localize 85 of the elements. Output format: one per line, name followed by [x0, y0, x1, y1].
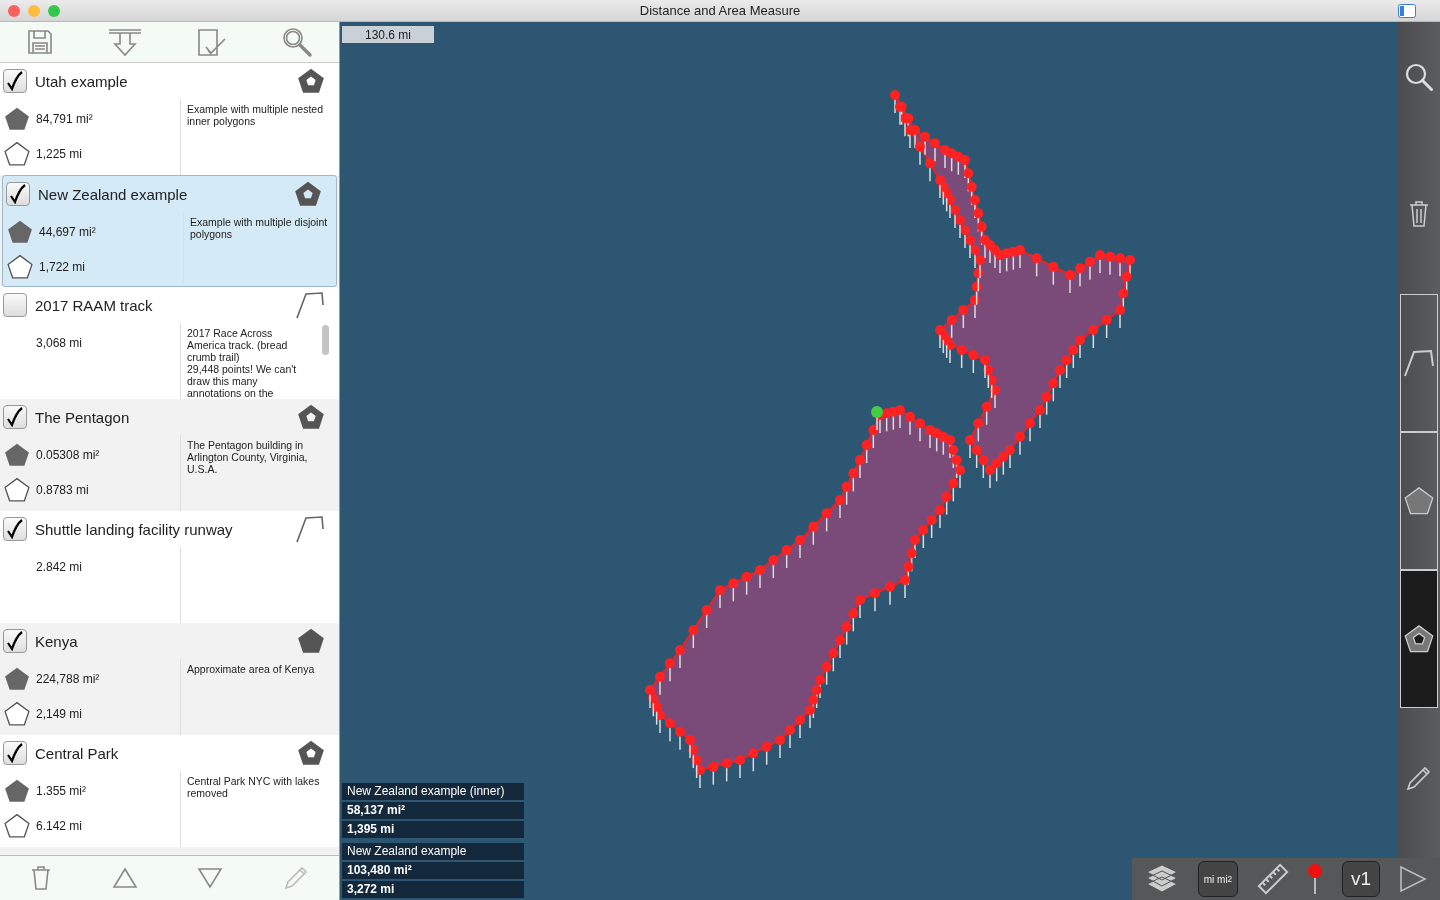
measurement-name: New Zealand example (inner) — [342, 783, 524, 800]
save-icon[interactable] — [26, 28, 55, 56]
item-description: Approximate area of Kenya — [187, 663, 316, 675]
pin-icon[interactable] — [1307, 863, 1324, 895]
ruler-icon[interactable] — [1256, 863, 1289, 895]
area-icon — [4, 777, 30, 804]
perimeter-value: 1,395 mi — [342, 821, 524, 838]
perimeter-icon — [4, 140, 30, 167]
area-value: 0.05308 mi² — [36, 447, 100, 462]
visibility-checkbox[interactable] — [6, 182, 30, 206]
scale-label: 130.6 mi — [342, 26, 434, 43]
version-button[interactable]: v1 — [1341, 861, 1380, 897]
draw-tool-button[interactable] — [1400, 570, 1438, 708]
item-description: Central Park NYC with lakes removed — [187, 775, 321, 799]
measurement-list-item[interactable]: New Zealand example 44,697 mi² 1,722 mi Example with multiple disjoint polygons — [2, 175, 337, 287]
move-up-icon[interactable] — [111, 867, 138, 889]
measurement-list-item[interactable]: Utah example 84,791 mi² 1,225 mi Example with multiple nested inner polygons — [0, 63, 339, 175]
track-icon — [1403, 348, 1435, 378]
import-icon[interactable] — [107, 27, 144, 57]
trash-icon[interactable] — [29, 865, 52, 891]
perimeter-icon — [7, 253, 33, 280]
pentagon-icon — [297, 627, 325, 655]
length-value: 3,068 mi — [36, 335, 83, 350]
search-icon[interactable] — [1404, 62, 1434, 92]
visibility-checkbox[interactable] — [3, 629, 27, 653]
perimeter-icon — [4, 700, 30, 727]
visibility-checkbox[interactable] — [3, 69, 27, 93]
pentagon-icon — [297, 67, 325, 95]
pentagon-icon — [294, 180, 322, 208]
item-title: Utah example — [35, 72, 129, 90]
perimeter-value: 0.8783 mi — [36, 482, 89, 497]
area-value: 1.355 mi² — [36, 783, 87, 798]
measurement-list-item[interactable]: Shuttle landing facility runway 2.842 mi — [0, 511, 339, 623]
checklist-icon[interactable] — [195, 27, 228, 57]
pentagon-icon — [297, 739, 325, 767]
area-value: 84,791 mi² — [36, 111, 93, 126]
visibility-checkbox[interactable] — [3, 517, 27, 541]
perimeter-value: 3,272 mi — [342, 881, 524, 898]
window-title: Distance and Area Measure — [639, 3, 801, 18]
item-title: 2017 RAAM track — [35, 296, 154, 314]
item-title: Central Park — [35, 744, 120, 762]
item-description: Example with multiple nested inner polygons — [187, 103, 324, 127]
perimeter-value: 2,149 mi — [36, 706, 83, 721]
close-window-button[interactable] — [8, 4, 20, 17]
sidebar-toggle-icon[interactable] — [1398, 4, 1416, 18]
scrollbar-thumb[interactable] — [322, 325, 329, 355]
pentagon-icon — [1403, 486, 1435, 516]
area-value: 224,788 mi² — [36, 671, 100, 686]
draw-tool-button[interactable] — [1400, 432, 1438, 570]
trash-icon[interactable] — [1408, 200, 1430, 228]
pencil-icon[interactable] — [1405, 764, 1433, 792]
search-icon[interactable] — [280, 26, 313, 58]
item-title: Shuttle landing facility runway — [35, 520, 234, 538]
measurement-list-item[interactable]: Central Park 1.355 mi² 6.142 mi Central Park NYC with lakes removed — [0, 735, 339, 847]
item-description: The Pentagon building in Arlington County, Virginia, U.S.A. — [187, 439, 309, 475]
visibility-checkbox[interactable] — [3, 293, 27, 317]
item-description: Example with multiple disjoint polygons — [190, 216, 329, 240]
perimeter-value: 1,722 mi — [39, 259, 86, 274]
perimeter-value: 6.142 mi — [36, 818, 83, 833]
draw-tool-button[interactable] — [1400, 294, 1438, 432]
perimeter-icon — [4, 812, 30, 839]
pentagon-with-hole-icon — [1403, 624, 1435, 654]
measurement-list-item[interactable]: 2017 RAAM track 3,068 mi 2017 Race Across America track. (bread crumb trail) 29,448 points! We can't draw this many annotations on the — [0, 287, 339, 399]
play-icon[interactable] — [1398, 865, 1427, 893]
item-description: 2017 Race Across America track. (bread crumb trail) 29,448 points! We can't draw this many annotations on the — [187, 327, 298, 399]
item-title: Kenya — [35, 632, 79, 650]
area-icon — [4, 441, 30, 468]
track-icon — [295, 290, 325, 320]
area-icon — [7, 218, 33, 245]
move-down-icon[interactable] — [197, 867, 224, 889]
area-value: 44,697 mi² — [39, 224, 96, 239]
area-value: 58,137 mi² — [342, 802, 524, 819]
visibility-checkbox[interactable] — [3, 405, 27, 429]
track-icon — [295, 514, 325, 544]
perimeter-icon — [4, 476, 30, 503]
area-icon — [4, 105, 30, 132]
item-title: New Zealand example — [38, 185, 189, 203]
length-value: 2.842 mi — [36, 559, 83, 574]
measurement-name: New Zealand example — [342, 843, 524, 860]
perimeter-value: 1,225 mi — [36, 146, 83, 161]
item-title: The Pentagon — [35, 408, 131, 426]
pentagon-icon — [297, 403, 325, 431]
visibility-checkbox[interactable] — [3, 741, 27, 765]
area-value: 103,480 mi² — [342, 862, 524, 879]
area-icon — [4, 665, 30, 692]
